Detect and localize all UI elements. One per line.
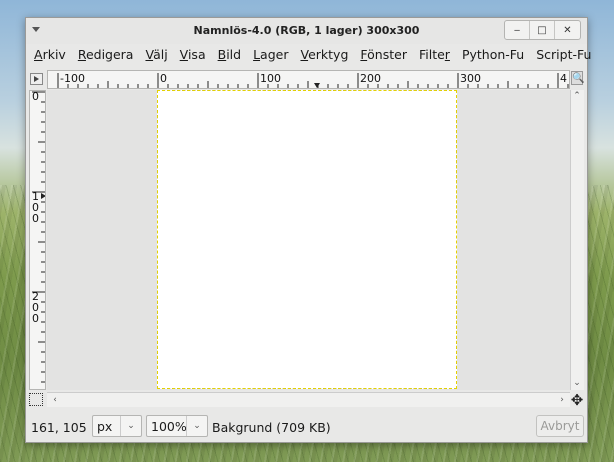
menu-script-fu[interactable]: Script-Fu: [530, 45, 597, 65]
menubar: Arkiv Redigera Välj Visa Bild Lager Verktyg Fön…: [28, 45, 597, 65]
vertical-ruler[interactable]: 0100200: [29, 90, 46, 390]
menu-label: rkiv: [42, 47, 66, 62]
menu-label: erktyg: [308, 47, 349, 62]
horizontal-scrollbar[interactable]: ‹ ›: [47, 392, 570, 407]
scroll-left-icon[interactable]: ‹: [49, 394, 61, 406]
menu-mnemonic: r: [444, 47, 450, 62]
menu-label: Python-Fu: [461, 47, 525, 62]
menu-label: ild: [226, 47, 242, 62]
menu-label: önster: [367, 47, 407, 62]
menu-label: edigera: [85, 47, 134, 62]
menu-label: isa: [187, 47, 206, 62]
horizontal-ruler-ticks: [57, 73, 569, 88]
scroll-right-icon[interactable]: ›: [556, 394, 568, 406]
menu-label: älj: [153, 47, 168, 62]
menu-python-fu[interactable]: Python-Fu: [456, 45, 530, 65]
pointer-position-marker: [314, 83, 320, 88]
menu-redigera[interactable]: Redigera: [72, 45, 140, 65]
statusbar: 161, 105 px ⌄ 100% ⌄ Bakgrund (709 KB) A…: [26, 413, 587, 441]
quick-mask-icon[interactable]: [29, 393, 43, 406]
close-button[interactable]: ✕: [555, 21, 580, 39]
ruler-label: 0: [32, 90, 39, 103]
ruler-label: 0: [32, 312, 39, 325]
chevron-down-icon[interactable]: ⌄: [186, 416, 207, 436]
scroll-down-icon[interactable]: ⌄: [571, 377, 583, 389]
ruler-label: 100: [260, 72, 281, 85]
ruler-label: 300: [460, 72, 481, 85]
menu-välj[interactable]: Välj: [139, 45, 173, 65]
menu-verktyg[interactable]: Verktyg: [294, 45, 354, 65]
vertical-scrollbar[interactable]: ⌃ ⌄: [570, 90, 584, 390]
unit-value: px: [97, 418, 113, 434]
titlebar: Namnlös-4.0 (RGB, 1 lager) 300x300 ‒ □ ✕: [26, 18, 587, 44]
horizontal-ruler[interactable]: -100 0 100 200 300 4: [47, 70, 570, 89]
layer-info: Bakgrund (709 KB): [212, 420, 331, 435]
minimize-button[interactable]: ‒: [505, 21, 530, 39]
vertical-ruler-ticks: [32, 91, 45, 383]
menu-mnemonic: V: [300, 47, 309, 62]
menu-arkiv[interactable]: Arkiv: [28, 45, 72, 65]
gimp-image-window: Namnlös-4.0 (RGB, 1 lager) 300x300 ‒ □ ✕…: [25, 17, 591, 443]
chevron-down-icon[interactable]: ⌄: [120, 416, 141, 436]
menu-bild[interactable]: Bild: [212, 45, 247, 65]
scroll-up-icon[interactable]: ⌃: [571, 90, 583, 102]
zoom-select[interactable]: 100% ⌄: [146, 415, 208, 437]
menu-visa[interactable]: Visa: [174, 45, 212, 65]
menu-lager[interactable]: Lager: [247, 45, 294, 65]
navigate-icon[interactable]: ✥: [569, 392, 585, 408]
window-controls: ‒ □ ✕: [504, 20, 581, 40]
horizontal-scroll-row: ‹ › ✥: [26, 392, 587, 408]
zoom-image-icon[interactable]: 🔍: [571, 71, 584, 85]
image-workarea: -100 0 100 200 300 4 🔍 0 100 200 ⌃ ⌄ ‹ › ✥: [26, 70, 587, 408]
cancel-button[interactable]: Avbryt: [536, 415, 584, 437]
menu-mnemonic: B: [217, 47, 227, 62]
image-canvas[interactable]: [157, 90, 457, 389]
menu-fönster[interactable]: Fönster: [354, 45, 413, 65]
menu-mnemonic: R: [77, 47, 86, 62]
canvas-area[interactable]: [47, 90, 570, 390]
menu-mnemonic: V: [145, 47, 154, 62]
menu-mnemonic: A: [34, 47, 43, 62]
ruler-label: 0: [160, 72, 167, 85]
menu-mnemonic: L: [253, 47, 261, 62]
ruler-label: 0: [32, 212, 39, 225]
menu-mnemonic: V: [179, 47, 188, 62]
ruler-menu-icon[interactable]: [30, 73, 43, 85]
window-title: Namnlös-4.0 (RGB, 1 lager) 300x300: [193, 24, 420, 37]
ruler-label: 4: [560, 72, 567, 85]
menu-label: Script-Fu: [536, 47, 592, 62]
zoom-value: 100%: [151, 418, 187, 434]
pointer-coordinates: 161, 105: [31, 420, 87, 435]
unit-select[interactable]: px ⌄: [92, 415, 142, 437]
menu-label: ager: [260, 47, 289, 62]
maximize-button[interactable]: □: [530, 21, 555, 39]
ruler-label: -100: [60, 72, 85, 85]
menu-filter[interactable]: Filter: [413, 45, 456, 65]
ruler-label: 200: [360, 72, 381, 85]
